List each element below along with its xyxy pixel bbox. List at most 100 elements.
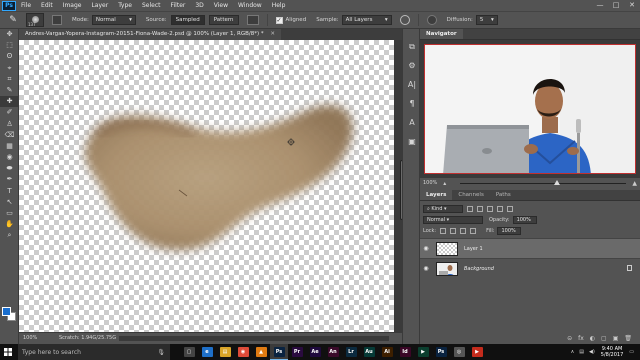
taskbar-app-9[interactable]: Lr (342, 344, 360, 360)
canvas-area[interactable] (19, 40, 394, 332)
taskbar-app-15[interactable]: ◎ (450, 344, 468, 360)
maximize-button[interactable]: □ (608, 0, 624, 11)
spot-healing-tool-icon[interactable]: ✚ (0, 96, 19, 108)
type-tool-icon[interactable]: T (0, 186, 19, 197)
marquee-tool-icon[interactable]: ⬚ (0, 40, 19, 51)
ignore-adjustment-layers-icon[interactable] (399, 15, 410, 25)
lock-position-icon[interactable] (460, 227, 467, 234)
sample-select[interactable]: All Layers ▾ (341, 15, 392, 25)
menu-select[interactable]: Select (137, 2, 166, 9)
opacity-input[interactable]: 100% (512, 215, 537, 224)
zoom-out-icon[interactable]: ▴ (443, 180, 446, 187)
taskbar-app-10[interactable]: Au (360, 344, 378, 360)
glyphs-icon[interactable]: A (403, 113, 421, 132)
eye-icon[interactable]: ◉ (420, 245, 432, 252)
taskbar-app-6[interactable]: Pr (288, 344, 306, 360)
tab-paths[interactable]: Paths (490, 190, 517, 200)
trash-icon[interactable]: 🗑 (624, 335, 632, 342)
mask-icon[interactable]: ▢ (601, 335, 607, 342)
healing-brush-tool-icon[interactable]: ✎ (6, 14, 20, 26)
eyedropper-tool-icon[interactable]: ✎ (0, 85, 19, 96)
chevron-up-icon[interactable]: ∧ (571, 349, 575, 355)
taskbar-app-2[interactable]: ▤ (216, 344, 234, 360)
move-tool-icon[interactable]: ✥ (0, 29, 19, 40)
taskbar-app-3[interactable]: ◉ (234, 344, 252, 360)
libraries-icon[interactable]: ▣ (403, 132, 421, 151)
color-swatches[interactable] (2, 307, 17, 322)
zoom-level[interactable]: 100% (23, 333, 37, 344)
aligned-checkbox[interactable]: ✓ (275, 16, 283, 24)
character-icon[interactable]: A| (403, 75, 421, 94)
lock-all-icon[interactable] (470, 227, 477, 234)
layer-row-background[interactable]: ◉ Background (420, 258, 640, 278)
rectangle-tool-icon[interactable]: ▭ (0, 208, 19, 219)
brush-tool-icon[interactable]: ✐ (0, 107, 19, 118)
dodge-tool-icon[interactable]: ⬬ (0, 163, 19, 174)
vertical-scrollbar[interactable] (394, 40, 404, 332)
menu-edit[interactable]: Edit (36, 2, 58, 9)
menu-help[interactable]: Help (267, 2, 291, 9)
lock-transparent-icon[interactable] (440, 227, 447, 234)
zoom-slider-handle[interactable] (554, 179, 561, 185)
background-layer-name[interactable]: Background (464, 266, 494, 272)
gradient-tool-icon[interactable]: ▦ (0, 141, 19, 152)
clone-stamp-tool-icon[interactable]: ♙ (0, 119, 19, 130)
taskbar-app-5[interactable]: Ps (270, 344, 288, 360)
navigator-preview[interactable] (424, 44, 636, 174)
new-layer-icon[interactable]: ▣ (613, 335, 619, 342)
kind-filter-select[interactable]: ⌕ Kind ▾ (423, 204, 463, 213)
minimize-button[interactable]: — (592, 0, 608, 11)
zoom-tool-icon[interactable]: ⌕ (0, 230, 19, 241)
path-select-tool-icon[interactable]: ↖ (0, 197, 19, 208)
taskbar-app-13[interactable]: ▶ (414, 344, 432, 360)
volume-icon[interactable]: ◀) (589, 349, 595, 355)
menu-layer[interactable]: Layer (86, 2, 113, 9)
taskbar-app-0[interactable]: ▢ (180, 344, 198, 360)
lasso-tool-icon[interactable]: ʘ (0, 51, 19, 62)
adjustment-layer-icon[interactable]: ◐ (590, 335, 595, 342)
blend-mode-select[interactable]: Normal ▾ (423, 215, 483, 224)
pressure-size-icon[interactable] (426, 15, 437, 25)
scratch-info[interactable]: Scratch: 1.94G/25.75G (59, 333, 116, 344)
taskbar-app-7[interactable]: Ae (306, 344, 324, 360)
sampled-button[interactable]: Sampled (170, 15, 205, 25)
eye-icon[interactable]: ◉ (420, 265, 432, 272)
navigator-zoom-value[interactable]: 100% (423, 180, 437, 186)
menu-window[interactable]: Window (233, 2, 267, 9)
eraser-tool-icon[interactable]: ⌫ (0, 130, 19, 141)
notifications-icon[interactable]: ▭ (629, 349, 634, 355)
hand-tool-icon[interactable]: ✋ (0, 219, 19, 230)
taskbar-app-4[interactable]: ▲ (252, 344, 270, 360)
tab-navigator[interactable]: Navigator (420, 29, 463, 39)
blur-tool-icon[interactable]: ◉ (0, 152, 19, 163)
layer-row-layer-1[interactable]: ◉ Layer 1 (420, 238, 640, 258)
lock-image-icon[interactable] (450, 227, 457, 234)
taskbar-app-14[interactable]: Ps (432, 344, 450, 360)
layer-1-name[interactable]: Layer 1 (464, 246, 483, 252)
shape-filter-icon[interactable] (497, 205, 503, 212)
microphone-icon[interactable]: 🎙 (157, 349, 165, 356)
paragraph-icon[interactable]: ¶ (403, 94, 421, 113)
taskbar-app-16[interactable]: ▶ (468, 344, 486, 360)
horizontal-scrollbar[interactable] (119, 336, 389, 341)
properties-icon[interactable]: ⚙ (403, 56, 421, 75)
brush-preset-picker[interactable]: 137 (26, 13, 44, 27)
crop-tool-icon[interactable]: ⌗ (0, 74, 19, 85)
menu-view[interactable]: View (209, 2, 233, 9)
pixel-filter-icon[interactable] (467, 205, 473, 212)
smart-object-filter-icon[interactable] (507, 205, 513, 212)
fill-input[interactable]: 100% (497, 226, 522, 235)
document-tab[interactable]: Andres-Vargas-Yopera-Instagram-20151-Fio… (19, 29, 281, 40)
menu-file[interactable]: File (16, 2, 36, 9)
zoom-slider[interactable] (460, 179, 627, 185)
brush-settings-icon[interactable] (52, 15, 62, 25)
taskbar-search[interactable]: Type here to search 🎙 (18, 344, 170, 360)
menu-type[interactable]: Type (113, 2, 137, 9)
pattern-button[interactable]: Pattern (208, 15, 239, 25)
menu-image[interactable]: Image (58, 2, 87, 9)
clock[interactable]: 9:40 AM 5/8/2017 (601, 346, 623, 359)
taskbar-app-8[interactable]: An (324, 344, 342, 360)
close-button[interactable]: ✕ (624, 0, 640, 11)
tab-layers[interactable]: Layers (420, 190, 453, 200)
taskbar-app-12[interactable]: Id (396, 344, 414, 360)
